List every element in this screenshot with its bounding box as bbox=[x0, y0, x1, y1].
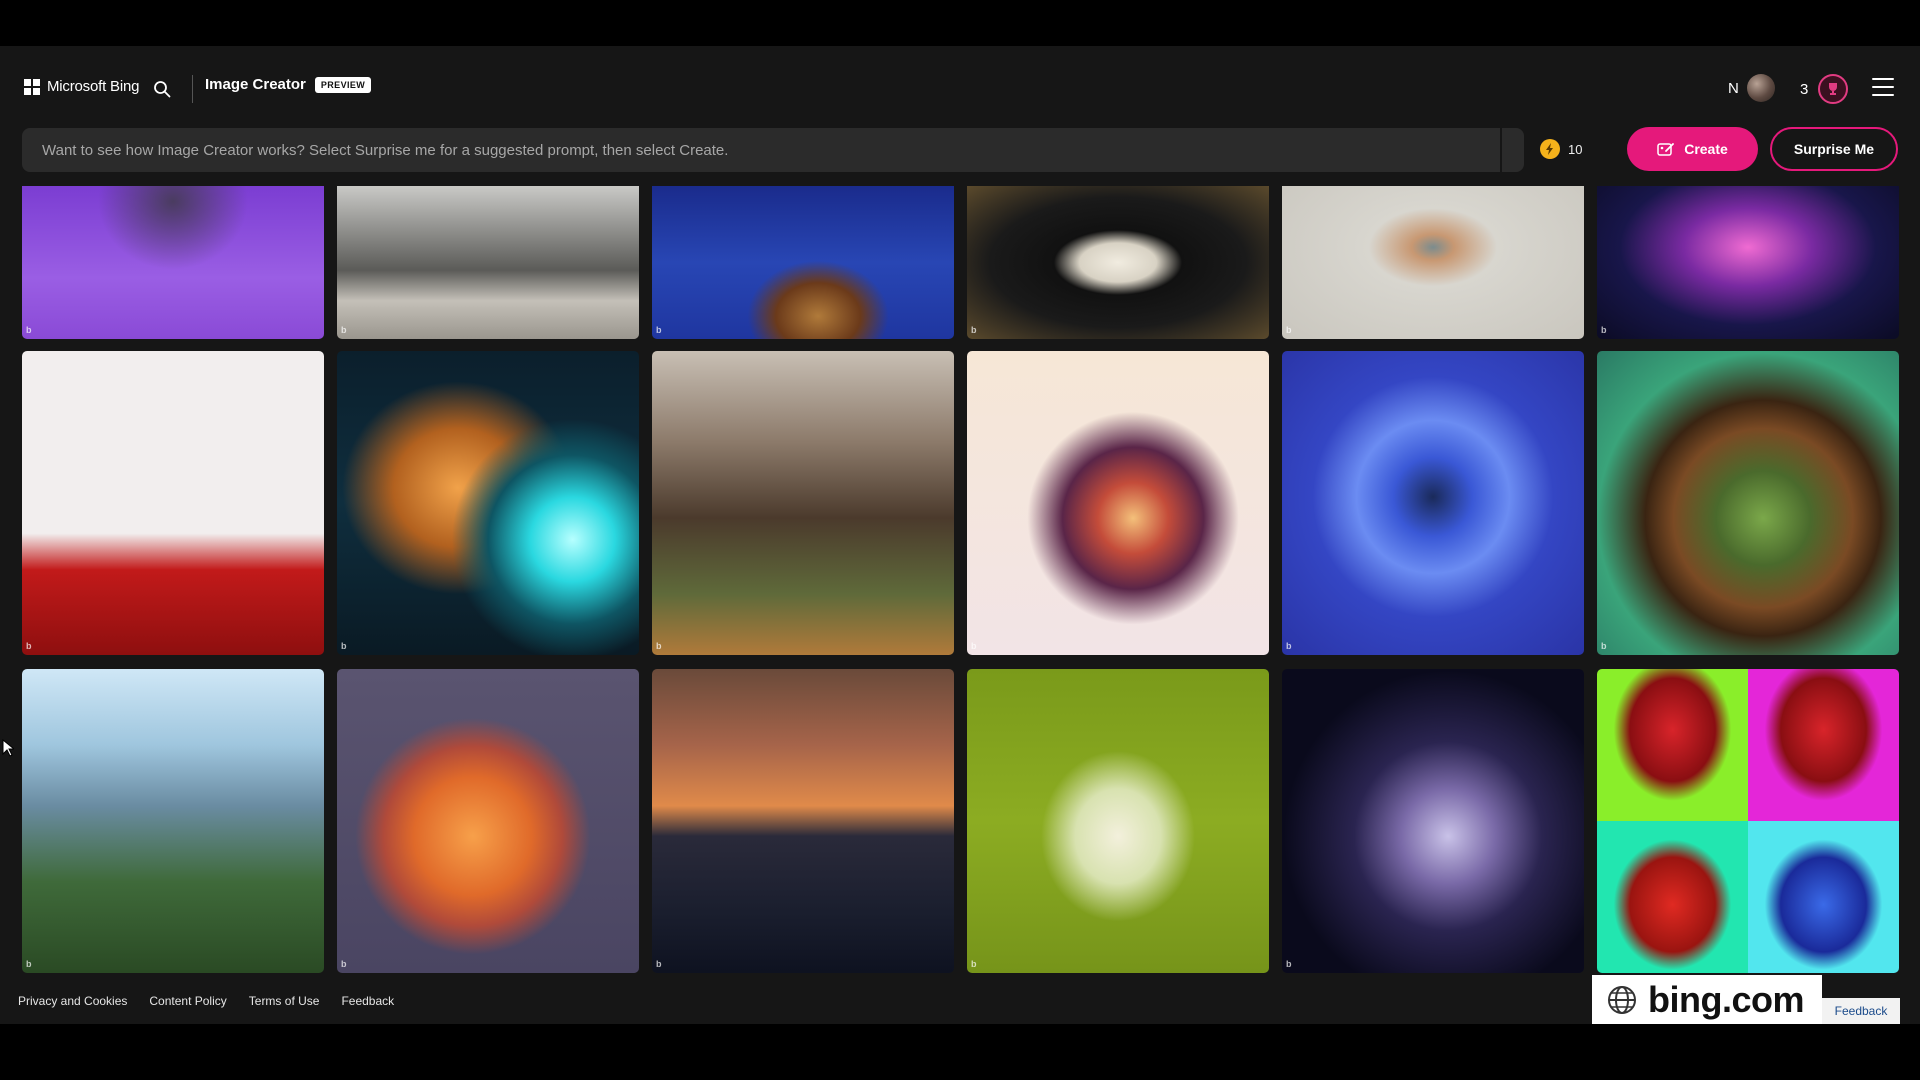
preview-badge: PREVIEW bbox=[314, 76, 372, 93]
bing-mark: b bbox=[1286, 325, 1292, 335]
header-divider bbox=[192, 75, 193, 103]
footer-link-content-policy[interactable]: Content Policy bbox=[149, 994, 226, 1008]
gallery-tile[interactable]: b bbox=[652, 351, 954, 655]
search-icon bbox=[154, 81, 171, 98]
prompt-separator bbox=[1500, 128, 1502, 172]
user-initial: N bbox=[1728, 79, 1739, 97]
gallery-tile[interactable]: b bbox=[337, 669, 639, 973]
bing-mark: b bbox=[656, 641, 662, 651]
gallery-tile[interactable]: b bbox=[652, 186, 954, 339]
bing-mark: b bbox=[971, 325, 977, 335]
gallery-tile[interactable]: b bbox=[337, 351, 639, 655]
prompt-bar bbox=[22, 128, 1524, 172]
image-gallery: b b b b b b b b b b b b b b b b b bbox=[0, 186, 1920, 1024]
page-title: Image Creator bbox=[205, 76, 306, 93]
globe-icon bbox=[1608, 986, 1636, 1014]
bing-mark: b bbox=[1601, 325, 1607, 335]
prompt-input[interactable] bbox=[22, 128, 1522, 172]
boost-count: 10 bbox=[1568, 141, 1583, 157]
bing-mark: b bbox=[1286, 959, 1292, 969]
gallery-tile[interactable]: b bbox=[22, 669, 324, 973]
bing-mark: b bbox=[1286, 641, 1292, 651]
image-creator-app: Microsoft Bing Image Creator PREVIEW N 3 bbox=[0, 46, 1920, 1024]
mouse-cursor-icon bbox=[2, 739, 14, 757]
feedback-button[interactable]: Feedback bbox=[1822, 998, 1900, 1024]
gallery-tile[interactable]: b bbox=[967, 186, 1269, 339]
bing-mark: b bbox=[971, 959, 977, 969]
bing-mark: b bbox=[26, 325, 32, 335]
boost-counter[interactable]: 10 bbox=[1540, 139, 1582, 159]
footer-link-privacy[interactable]: Privacy and Cookies bbox=[18, 994, 127, 1008]
gallery-tile[interactable]: b bbox=[1597, 186, 1899, 339]
bing-mark: b bbox=[971, 641, 977, 651]
gallery-tile[interactable] bbox=[1597, 669, 1899, 973]
gallery-tile[interactable]: b bbox=[1282, 669, 1584, 973]
create-icon bbox=[1657, 143, 1675, 156]
strawberry-panel bbox=[1597, 669, 1748, 821]
gallery-tile[interactable]: b bbox=[652, 669, 954, 973]
surprise-me-button[interactable]: Surprise Me bbox=[1770, 127, 1898, 171]
boost-coin-icon bbox=[1540, 139, 1560, 159]
avatar bbox=[1746, 74, 1775, 102]
create-label: Create bbox=[1684, 141, 1728, 157]
gallery-tile[interactable]: b bbox=[1597, 351, 1899, 655]
gallery-tile[interactable]: b bbox=[337, 186, 639, 339]
hamburger-menu-icon[interactable] bbox=[1872, 78, 1894, 96]
bing-mark: b bbox=[656, 325, 662, 335]
bing-mark: b bbox=[341, 325, 347, 335]
search-button[interactable] bbox=[147, 74, 177, 104]
watermark-text: bing.com bbox=[1648, 979, 1805, 1020]
footer-link-feedback[interactable]: Feedback bbox=[341, 994, 394, 1008]
rewards-button[interactable]: 3 bbox=[1800, 74, 1849, 104]
create-button[interactable]: Create bbox=[1627, 127, 1758, 171]
bing-mark: b bbox=[341, 641, 347, 651]
bing-mark: b bbox=[341, 959, 347, 969]
gallery-tile[interactable]: b bbox=[967, 351, 1269, 655]
gallery-tile[interactable]: b bbox=[22, 186, 324, 339]
bing-watermark: bing.com bbox=[1592, 975, 1822, 1024]
strawberry-panel bbox=[1748, 821, 1899, 973]
bing-brand[interactable]: Microsoft Bing bbox=[24, 78, 139, 95]
bing-mark: b bbox=[26, 959, 32, 969]
user-account[interactable]: N bbox=[1728, 74, 1775, 102]
gallery-tile[interactable]: b bbox=[1282, 351, 1584, 655]
trophy-icon bbox=[1818, 74, 1849, 104]
bing-mark: b bbox=[26, 641, 32, 651]
footer-link-terms[interactable]: Terms of Use bbox=[249, 994, 320, 1008]
strawberry-panel bbox=[1748, 669, 1899, 821]
gallery-tile[interactable]: b bbox=[1282, 186, 1584, 339]
bing-mark: b bbox=[656, 959, 662, 969]
strawberry-panel bbox=[1597, 821, 1748, 973]
microsoft-logo-icon bbox=[24, 78, 40, 95]
footer-links: Privacy and Cookies Content Policy Terms… bbox=[18, 994, 394, 1008]
brand-name: Microsoft Bing bbox=[47, 78, 140, 95]
product-title-group[interactable]: Image Creator PREVIEW bbox=[205, 76, 372, 93]
feedback-label: Feedback bbox=[1834, 1004, 1888, 1018]
gallery-tile[interactable]: b bbox=[967, 669, 1269, 973]
surprise-me-label: Surprise Me bbox=[1793, 141, 1875, 157]
rewards-count: 3 bbox=[1800, 80, 1809, 98]
gallery-tile[interactable]: b bbox=[22, 351, 324, 655]
top-header: Microsoft Bing Image Creator PREVIEW N 3 bbox=[0, 46, 1920, 126]
bing-mark: b bbox=[1601, 641, 1607, 651]
